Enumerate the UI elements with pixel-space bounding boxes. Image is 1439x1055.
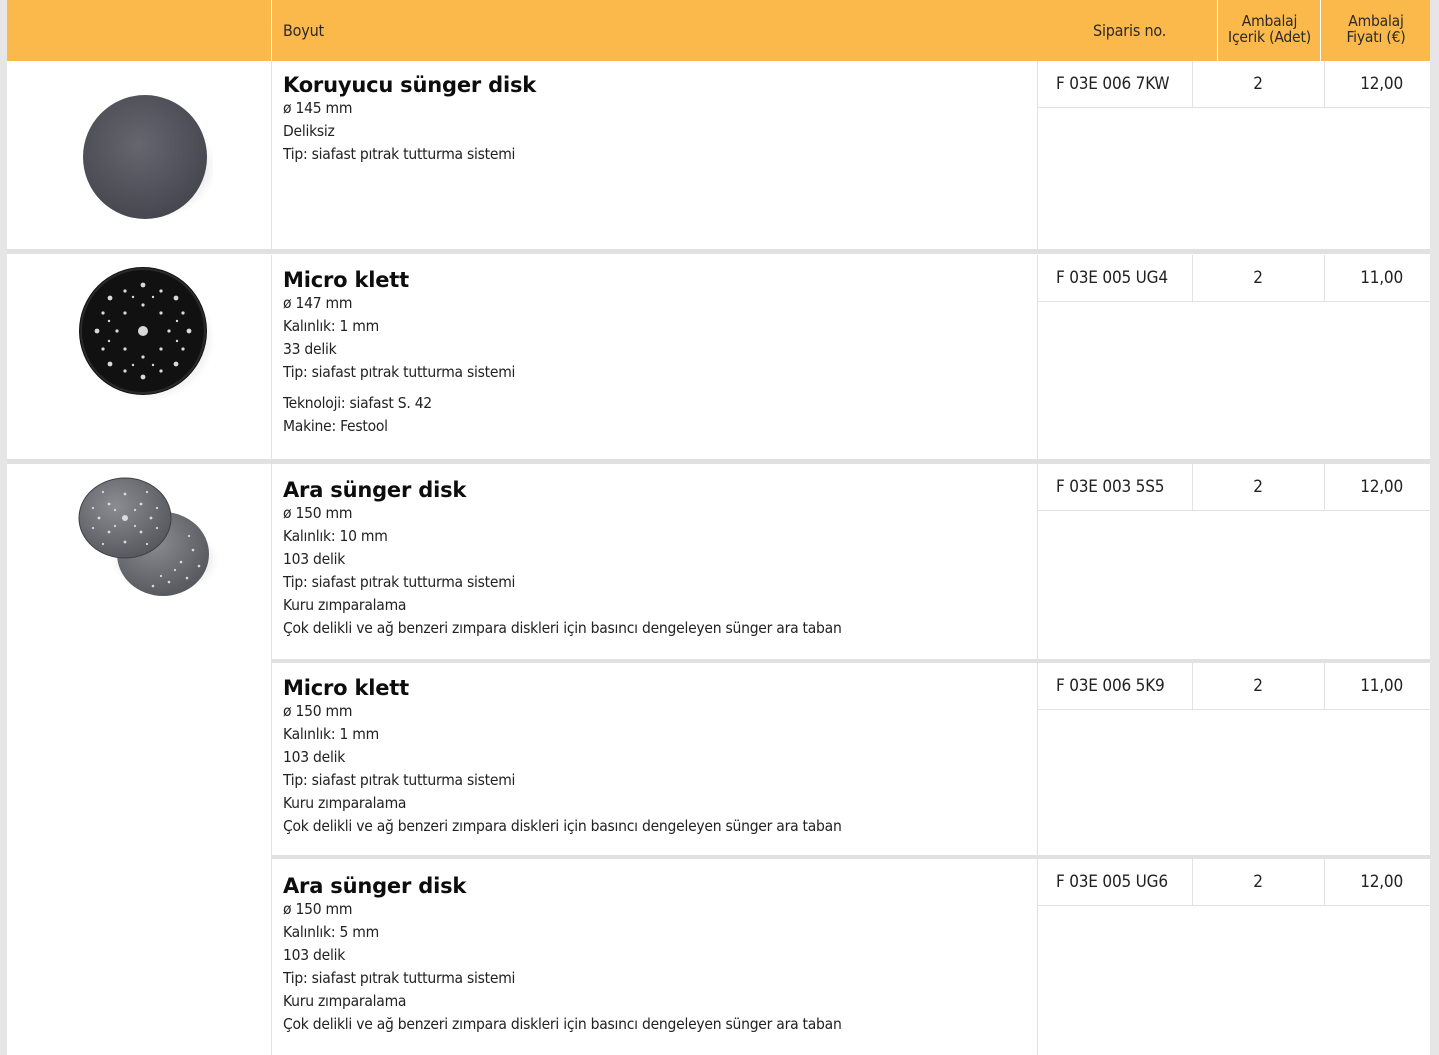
- order-number: F 03E 005 UG6: [1056, 872, 1168, 892]
- product-name: Micro klett: [283, 676, 409, 700]
- pack-quantity: 2: [1192, 255, 1323, 301]
- order-number: F 03E 006 5K9: [1056, 676, 1165, 696]
- header-order-label: Siparis no.: [1093, 21, 1167, 40]
- header-col-pack-price: Ambalaj Fiyatı (€): [1320, 0, 1430, 61]
- spec-line: ø 145 mm: [283, 99, 353, 117]
- order-number: F 03E 003 5S5: [1056, 477, 1165, 497]
- spec-line: Kalınlık: 1 mm: [283, 725, 379, 743]
- pack-price: 12,00: [1324, 464, 1430, 510]
- pack-price: 11,00: [1324, 255, 1430, 301]
- divider: [271, 464, 272, 1055]
- divider: [271, 255, 272, 459]
- spec-line: ø 150 mm: [283, 702, 353, 720]
- header-pack-qty-l2: Içerik (Adet): [1228, 28, 1311, 46]
- order-row: F 03E 006 5K9 2 11,00: [1038, 663, 1430, 710]
- spec-line: 103 delik: [283, 550, 346, 568]
- order-row: F 03E 003 5S5 2 12,00: [1038, 464, 1430, 511]
- order-row: F 03E 006 7KW 2 12,00: [1038, 61, 1430, 108]
- order-number: F 03E 005 UG4: [1056, 268, 1168, 288]
- product-name: Ara sünger disk: [283, 478, 467, 502]
- product-description: Ara sünger disk ø 150 mm Kalınlık: 10 mm…: [283, 478, 842, 640]
- pack-price: 12,00: [1324, 859, 1430, 905]
- header-pack-price-l2: Fiyatı (€): [1346, 28, 1406, 46]
- product-description: Koruyucu sünger disk ø 145 mm Deliksiz T…: [283, 73, 536, 166]
- spec-line: Çok delikli ve ağ benzeri zımpara diskle…: [283, 817, 842, 835]
- product-name: Koruyucu sünger disk: [283, 73, 537, 97]
- spec-line: ø 150 mm: [283, 900, 353, 918]
- order-row: F 03E 005 UG6 2 12,00: [1038, 859, 1430, 906]
- spec-line: Kalınlık: 5 mm: [283, 923, 379, 941]
- pack-price: 12,00: [1324, 61, 1430, 107]
- pack-price: 11,00: [1324, 663, 1430, 709]
- pack-quantity: 2: [1192, 61, 1323, 107]
- spec-line: 103 delik: [283, 748, 346, 766]
- spec-line: Deliksiz: [283, 122, 335, 140]
- divider: [1038, 301, 1430, 302]
- spec-line: Kuru zımparalama: [283, 992, 407, 1010]
- row-separator: [7, 249, 1430, 254]
- table-header: Boyut Siparis no. Ambalaj Içerik (Adet) …: [7, 0, 1430, 61]
- spec-line: Çok delikli ve ağ benzeri zımpara diskle…: [283, 619, 842, 637]
- product-description: Micro klett ø 147 mm Kalınlık: 1 mm 33 d…: [283, 268, 515, 438]
- spec-line: 103 delik: [283, 946, 346, 964]
- header-pack-qty-l1: Ambalaj: [1241, 12, 1298, 30]
- spec-line: Tip: siafast pıtrak tutturma sistemi: [283, 573, 516, 591]
- spec-line: Tip: siafast pıtrak tutturma sistemi: [283, 145, 516, 163]
- two-perforated-discs-image: [78, 477, 219, 596]
- divider: [271, 61, 272, 249]
- pack-quantity: 2: [1192, 663, 1323, 709]
- product-name: Ara sünger disk: [283, 874, 467, 898]
- product-description: Ara sünger disk ø 150 mm Kalınlık: 5 mm …: [283, 874, 842, 1036]
- divider: [1038, 709, 1430, 710]
- pack-quantity: 2: [1192, 859, 1323, 905]
- plain-grey-disc-image: [83, 95, 213, 219]
- spec-line: Teknoloji: siafast S. 42: [283, 394, 432, 412]
- header-pack-price-l1: Ambalaj: [1348, 12, 1404, 30]
- order-row: F 03E 005 UG4 2 11,00: [1038, 255, 1430, 302]
- spec-line: Tip: siafast pıtrak tutturma sistemi: [283, 363, 516, 381]
- header-col-pack-qty: Ambalaj Içerik (Adet): [1217, 0, 1320, 61]
- spec-line: Kuru zımparalama: [283, 596, 407, 614]
- spec-line: Tip: siafast pıtrak tutturma sistemi: [283, 969, 516, 987]
- catalog-page: Boyut Siparis no. Ambalaj Içerik (Adet) …: [7, 0, 1430, 1055]
- spec-line: 33 delik: [283, 340, 337, 358]
- product-description: Micro klett ø 150 mm Kalınlık: 1 mm 103 …: [283, 676, 842, 838]
- spec-line: Çok delikli ve ağ benzeri zımpara diskle…: [283, 1015, 842, 1033]
- spec-line: Tip: siafast pıtrak tutturma sistemi: [283, 771, 516, 789]
- header-size-label: Boyut: [283, 21, 324, 40]
- divider: [1038, 905, 1430, 906]
- product-name: Micro klett: [283, 268, 409, 292]
- pack-quantity: 2: [1192, 464, 1323, 510]
- header-col-size: Boyut: [271, 0, 1045, 61]
- spec-line: Kalınlık: 1 mm: [283, 317, 379, 335]
- spec-line: Makine: Festool: [283, 417, 388, 435]
- spec-line: Kalınlık: 10 mm: [283, 527, 388, 545]
- divider: [1038, 510, 1430, 511]
- spec-line: Kuru zımparalama: [283, 794, 407, 812]
- spec-line: ø 147 mm: [283, 294, 353, 312]
- spec-line: ø 150 mm: [283, 504, 353, 522]
- divider: [1038, 107, 1430, 108]
- black-perforated-disc-image: [79, 267, 215, 401]
- header-col-order: Siparis no.: [1045, 0, 1217, 61]
- order-number: F 03E 006 7KW: [1056, 74, 1170, 94]
